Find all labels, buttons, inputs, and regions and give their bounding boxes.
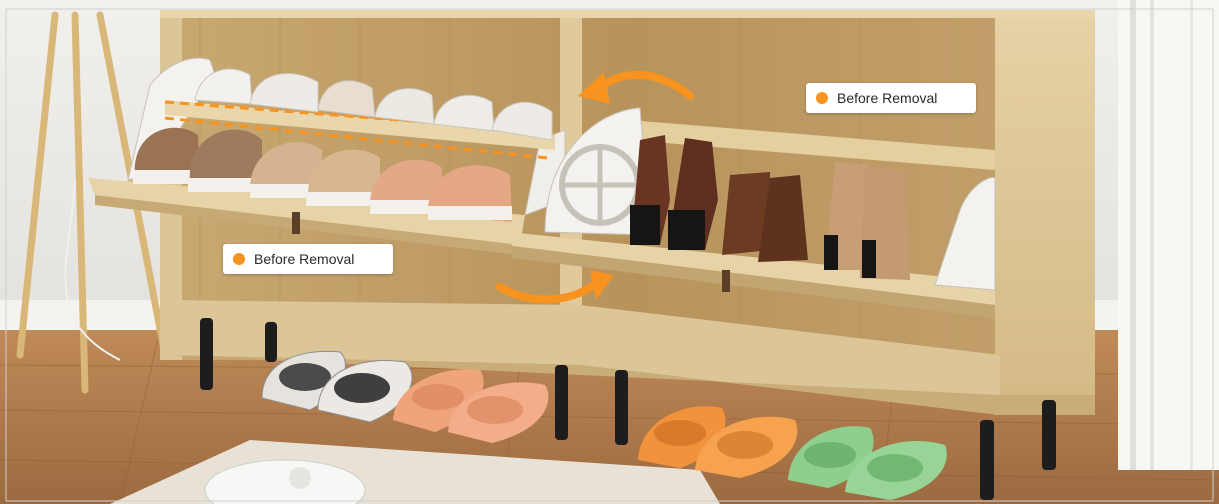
cabinet-right-side [995,10,1095,415]
annotation-right: Before Removal [806,83,976,113]
annotation-left-text: Before Removal [254,251,355,267]
annotation-right-text: Before Removal [837,90,938,106]
left-drawer-handle [292,212,300,234]
orange-dot-icon [233,253,245,265]
product-photo-scene: Before Removal Before Removal [0,0,1219,504]
annotation-left: Before Removal [223,244,393,274]
robot-vacuum-sensor [289,467,311,489]
scene-illustration [0,0,1219,504]
orange-dot-icon [816,92,828,104]
right-drawer-handle [722,270,730,292]
